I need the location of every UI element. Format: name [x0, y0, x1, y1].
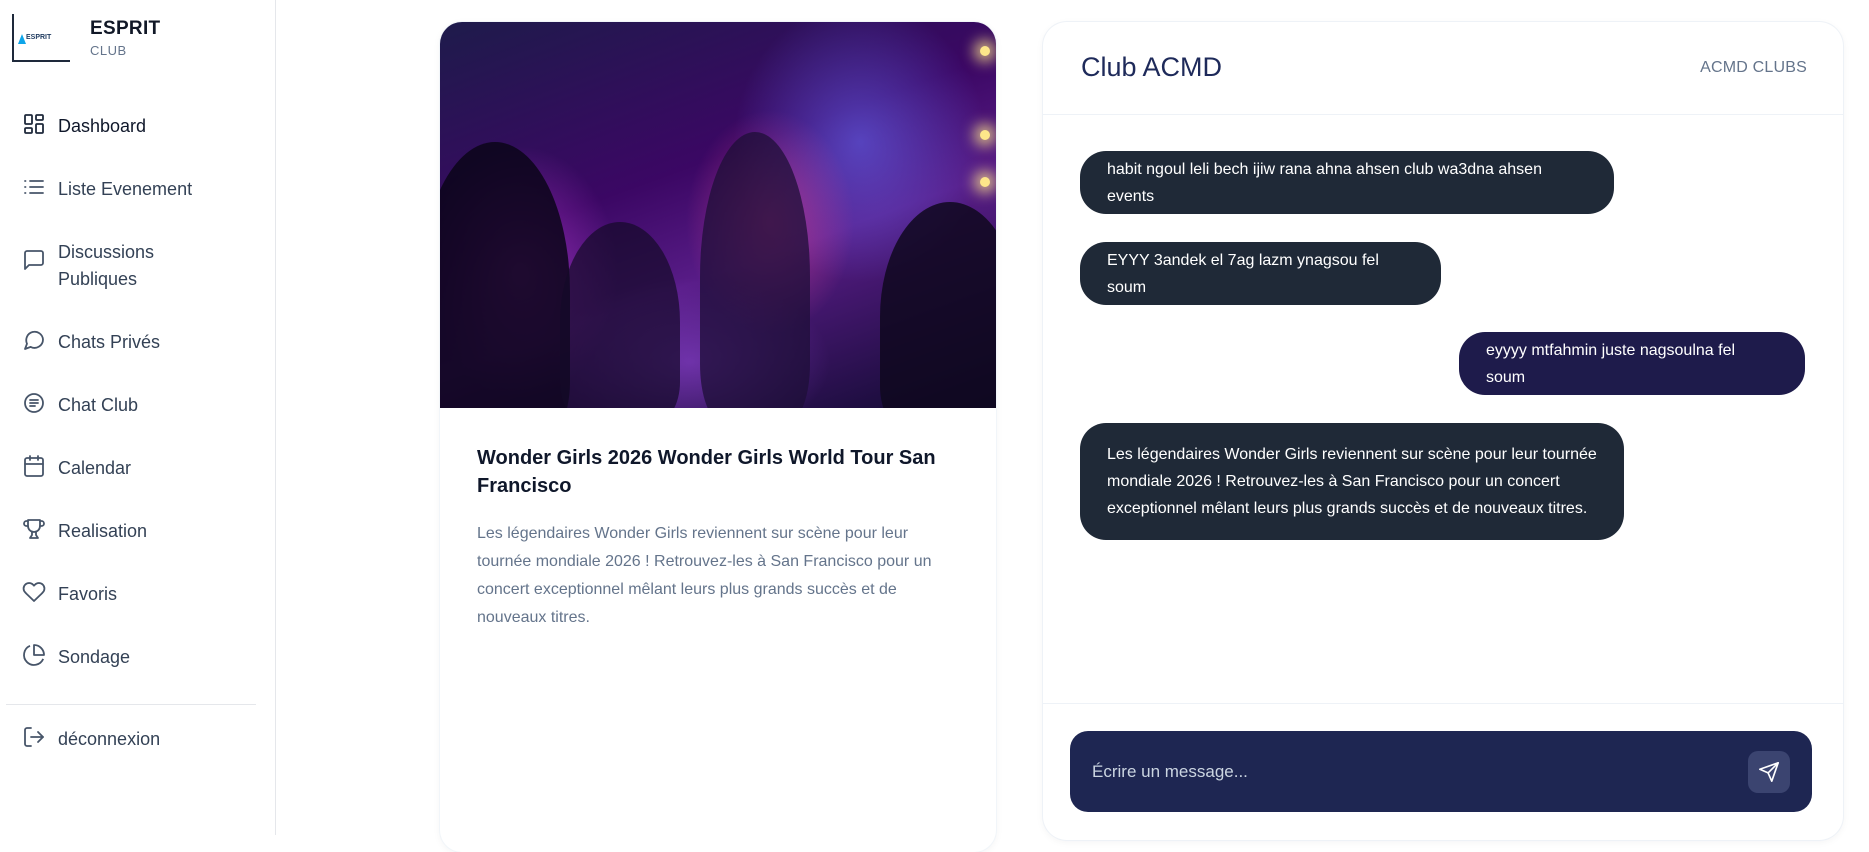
sidebar-item-label: Discussions Publiques: [58, 242, 155, 289]
chat-title: Club ACMD: [1081, 52, 1223, 82]
message-bubble-received: Les légendaires Wonder Girls reviennent …: [1080, 423, 1624, 540]
chat-club-label: ACMD CLUBS: [1700, 59, 1807, 76]
sidebar-item-label: déconnexion: [58, 729, 161, 749]
message-bubble-received: EYYY 3andek el 7ag lazm ynagsou fel soum: [1080, 242, 1441, 305]
sidebar-item-label: Realisation: [58, 521, 148, 541]
sidebar-item-chats-prives[interactable]: Chats Privés: [0, 314, 276, 377]
dashboard-icon: [24, 114, 44, 134]
message-square-icon: [24, 250, 44, 270]
sidebar-item-chat-club[interactable]: Chat Club: [0, 377, 276, 440]
event-description: Les légendaires Wonder Girls reviennent …: [477, 525, 932, 626]
sidebar-item-label: Sondage: [58, 647, 131, 667]
sidebar-item-dashboard[interactable]: Dashboard: [0, 98, 276, 161]
brand[interactable]: ESPRIT ESPRIT CLUB: [12, 14, 160, 62]
event-image: [440, 22, 996, 408]
brand-sub: CLUB: [90, 43, 127, 58]
sidebar-item-favoris[interactable]: Favoris: [0, 566, 276, 629]
calendar-icon: [24, 455, 44, 477]
logo-text: ESPRIT: [26, 34, 52, 41]
sidebar-item-liste-evenement[interactable]: Liste Evenement: [0, 161, 276, 224]
logo: ESPRIT: [12, 14, 70, 62]
send-button[interactable]: [1748, 751, 1790, 793]
sidebar-item-logout[interactable]: déconnexion: [0, 717, 276, 772]
list-icon: [24, 180, 44, 194]
chat-panel: Club ACMD ACMD CLUBS habit ngoul leli be…: [1043, 22, 1843, 840]
brand-name: ESPRIT: [90, 18, 161, 39]
logout-icon: [24, 727, 44, 747]
message-circle-icon: [24, 330, 44, 350]
sidebar: ESPRIT ESPRIT CLUB Dashboard Liste Evene…: [0, 0, 276, 835]
sidebar-item-label: Liste Evenement: [58, 179, 193, 199]
sidebar-item-calendar[interactable]: Calendar: [0, 440, 276, 503]
sidebar-item-discussions-publiques[interactable]: Discussions Publiques: [0, 224, 276, 314]
send-icon: [1759, 762, 1779, 782]
sidebar-item-realisation[interactable]: Realisation: [0, 503, 276, 566]
pie-chart-icon: [23, 644, 45, 666]
sidebar-item-label: Chats Privés: [58, 332, 161, 352]
message-bubble-sent: eyyyy mtfahmin juste nagsoulna fel soum: [1459, 332, 1805, 395]
event-title: Wonder Girls 2026 Wonder Girls World Tou…: [477, 447, 936, 497]
message-input[interactable]: [1092, 757, 1732, 787]
sidebar-item-label: Dashboard: [58, 116, 147, 136]
sidebar-item-label: Chat Club: [58, 395, 139, 415]
sidebar-nav: Dashboard Liste Evenement Discussions Pu…: [0, 98, 276, 772]
message-composer: [1070, 731, 1812, 812]
chat-club-icon: [24, 393, 44, 413]
event-card[interactable]: Wonder Girls 2026 Wonder Girls World Tou…: [440, 22, 996, 852]
sidebar-divider: [6, 704, 256, 705]
trophy-icon: [23, 519, 45, 539]
sidebar-item-label: Favoris: [58, 584, 118, 604]
sidebar-item-label: Calendar: [58, 458, 132, 478]
sidebar-item-sondage[interactable]: Sondage: [0, 629, 276, 692]
heart-icon: [22, 582, 46, 602]
message-bubble-received: habit ngoul leli bech ijiw rana ahna ahs…: [1080, 151, 1614, 214]
chat-header: Club ACMD ACMD CLUBS: [1043, 22, 1843, 115]
chat-footer-divider: [1043, 703, 1843, 704]
